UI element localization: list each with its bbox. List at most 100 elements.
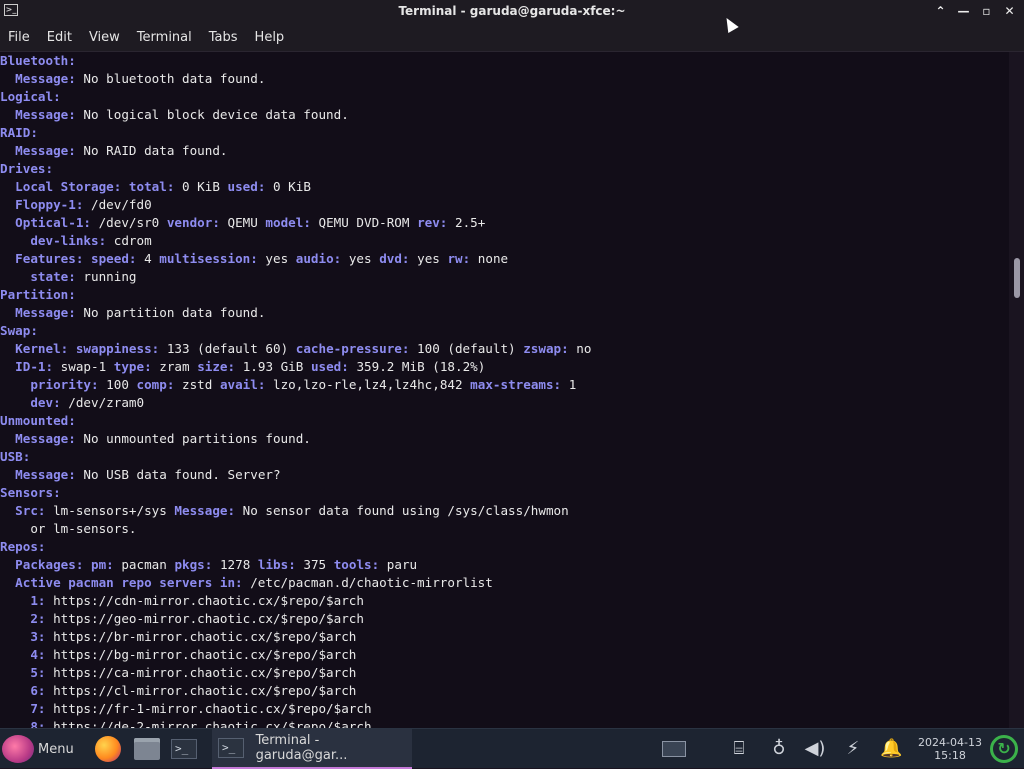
terminal-line: Local Storage: total: 0 KiB used: 0 KiB [0,178,1009,196]
terminal-line: Message: No partition data found. [0,304,1009,322]
terminal-key: model: [265,215,311,230]
terminal-key: Packages: [15,557,84,572]
minimize-icon[interactable]: — [957,2,970,20]
volume-tray[interactable]: ◀) [804,729,826,769]
clock[interactable]: 2024-04-13 15:18 [918,729,982,769]
maximize-icon[interactable]: ▫ [980,2,993,20]
terminal-key: tools: [333,557,380,572]
terminal-key: size: [197,359,236,374]
terminal-key: 7: [30,701,46,716]
show-desktop-button[interactable] [662,729,686,769]
clock-date: 2024-04-13 [918,736,982,749]
network-tray[interactable]: ⌸ [728,729,750,769]
whisker-menu-button[interactable]: Menu [2,729,78,769]
bell-icon: 🔔 [880,738,903,759]
close-icon[interactable]: ✕ [1003,2,1016,20]
terminal-key: Features: [15,251,84,266]
lightbulb-icon: ♁ [772,738,786,759]
terminal-key: Message: [15,143,76,158]
terminal-text: 1.93 GiB [235,359,311,374]
terminal-key: cache-pressure: [295,341,410,356]
terminal-line: RAID: [0,124,1009,142]
firefox-launcher[interactable] [95,729,121,769]
menu-terminal[interactable]: Terminal [137,30,201,45]
terminal-text: 375 [295,557,334,572]
garuda-logo-icon [2,735,34,763]
terminal-key: Message: [15,467,76,482]
terminal-key: swappiness: [75,341,160,356]
terminal-text: zstd [174,377,220,392]
terminal-line: Message: No RAID data found. [0,142,1009,160]
terminal-key: 5: [30,665,46,680]
terminal-key: dev-links: [30,233,107,248]
terminal-text: yes [341,251,380,266]
terminal-key: ID-1: [15,359,54,374]
terminal-key: max-streams: [470,377,562,392]
terminal-line: Repos: [0,538,1009,556]
update-tray[interactable]: ↻ [990,729,1018,769]
terminal-text: No sensor data found using /sys/class/hw… [235,503,569,518]
terminal-text: https://fr-1-mirror.chaotic.cx/$repo/$ar… [45,701,372,716]
terminal-text: 0 KiB [174,179,228,194]
terminal-line: USB: [0,448,1009,466]
task-terminal-icon: >_ [218,738,244,758]
menu-edit[interactable]: Edit [47,30,81,45]
terminal-key: Optical-1: [15,215,91,230]
redshift-tray[interactable]: ♁ [768,729,790,769]
terminal-output[interactable]: Bluetooth: Message: No bluetooth data fo… [0,52,1009,728]
terminal-key: Logical: [0,89,61,104]
terminal-text: or lm-sensors. [0,521,137,536]
scrollbar-thumb[interactable] [1014,258,1020,298]
terminal-key: audio: [295,251,342,266]
terminal-line: Drives: [0,160,1009,178]
terminal-line: Message: No bluetooth data found. [0,70,1009,88]
terminal-key: Drives: [0,161,54,176]
vertical-scrollbar[interactable] [1009,52,1024,728]
terminal-key: Message: [15,107,76,122]
terminal-line: 3: https://br-mirror.chaotic.cx/$repo/$a… [0,628,1009,646]
terminal-text: 0 KiB [265,179,311,194]
terminal-text: swap-1 [53,359,114,374]
terminal-line: Optical-1: /dev/sr0 vendor: QEMU model: … [0,214,1009,232]
terminal-key: 3: [30,629,46,644]
terminal-text: No bluetooth data found. [75,71,266,86]
terminal-key: Local Storage: [15,179,122,194]
menu-help[interactable]: Help [255,30,294,45]
terminal-text: none [470,251,509,266]
power-tray[interactable]: ⚡ [842,729,864,769]
terminal-line: 5: https://ca-mirror.chaotic.cx/$repo/$a… [0,664,1009,682]
terminal-line: Src: lm-sensors+/sys Message: No sensor … [0,502,1009,520]
workspace-icon [662,741,686,757]
terminal-key: vendor: [166,215,220,230]
window-titlebar[interactable]: >_ Terminal - garuda@garuda-xfce:~ ⌃ — ▫… [0,0,1024,24]
terminal-text: 100 [98,377,137,392]
menu-view[interactable]: View [89,30,129,45]
terminal-line: Swap: [0,322,1009,340]
terminal-key: priority: [30,377,99,392]
terminal-line: 6: https://cl-mirror.chaotic.cx/$repo/$a… [0,682,1009,700]
terminal-text: QEMU DVD-ROM [310,215,418,230]
maximize-up-icon[interactable]: ⌃ [934,2,947,20]
menu-file[interactable]: File [8,30,39,45]
notifications-tray[interactable]: 🔔 [880,729,902,769]
task-terminal[interactable]: >_ Terminal - garuda@gar... [212,729,412,769]
terminal-key: used: [227,179,266,194]
terminal-line: Logical: [0,88,1009,106]
terminal-launcher[interactable]: >_ [171,729,197,769]
terminal-text: https://ca-mirror.chaotic.cx/$repo/$arch [45,665,357,680]
files-launcher[interactable] [134,729,160,769]
taskbar: Menu >_ >_ Terminal - garuda@gar... ⌸ ♁ … [0,728,1024,769]
terminal-line: Message: No unmounted partitions found. [0,430,1009,448]
menu-tabs[interactable]: Tabs [209,30,247,45]
update-icon: ↻ [990,735,1018,763]
